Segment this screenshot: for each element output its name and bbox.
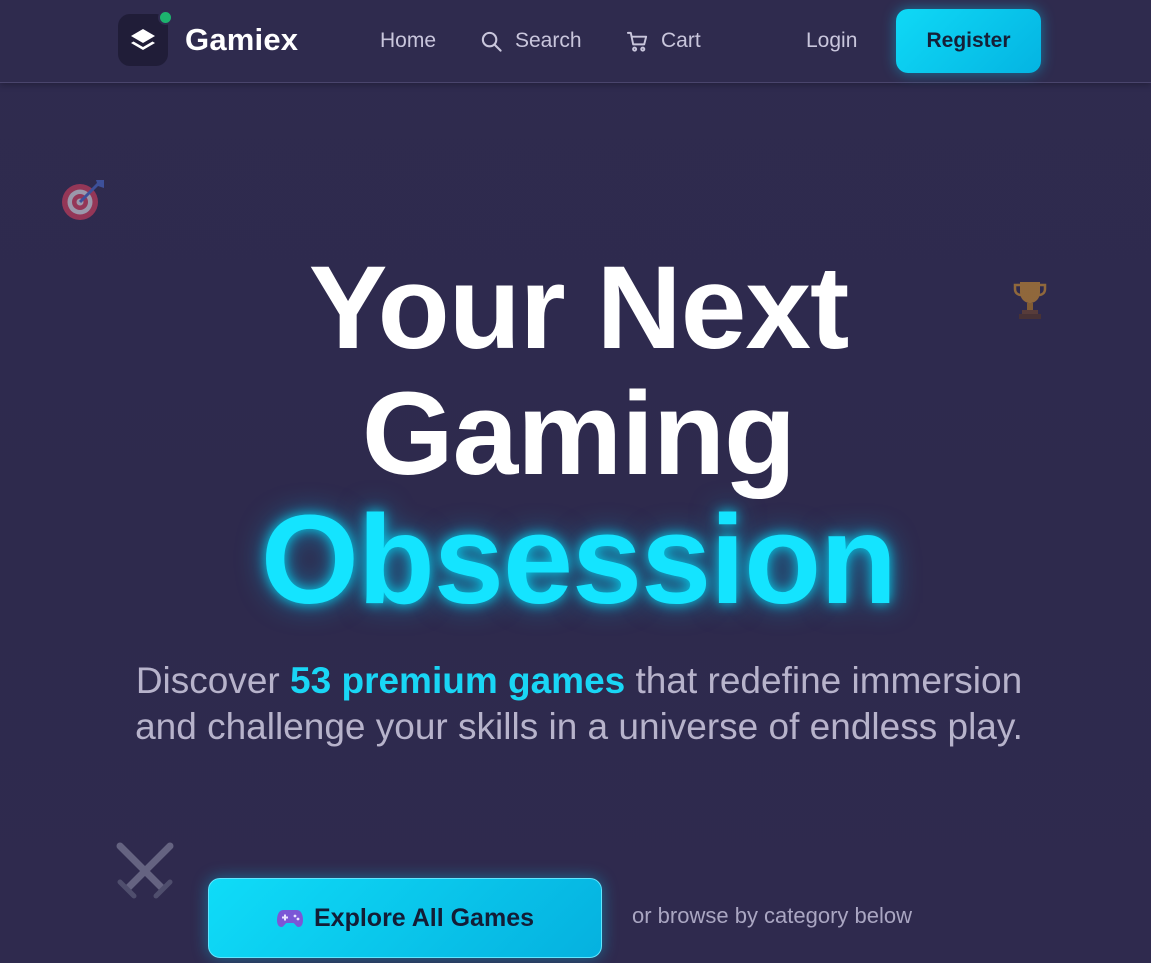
top-navbar: Gamiex Home Search Cart Login Register	[0, 0, 1151, 83]
nav-cart[interactable]: Cart	[626, 26, 701, 56]
login-label: Login	[806, 29, 858, 52]
browse-category-hint: or browse by category below	[632, 903, 913, 928]
login-link[interactable]: Login	[806, 26, 857, 56]
target-icon	[58, 176, 106, 229]
cart-icon	[626, 31, 648, 52]
register-button[interactable]: Register	[896, 9, 1041, 73]
crossed-swords-icon	[112, 838, 178, 909]
games-count-highlight: 53 premium games	[290, 660, 626, 701]
search-icon	[481, 31, 502, 52]
gamepad-icon	[276, 907, 304, 929]
nav-home[interactable]: Home	[380, 26, 436, 56]
hero-title-line-1: Your Next	[308, 242, 850, 374]
nav-home-label: Home	[380, 29, 437, 52]
hero-title-highlight: Obsession	[260, 489, 897, 630]
hero-subtitle: Discover 53 premium games that redefine …	[100, 658, 1058, 750]
explore-all-games-button[interactable]: Explore All Games	[208, 878, 602, 958]
nav-cart-label: Cart	[661, 29, 701, 52]
layers-icon	[118, 10, 173, 66]
brand-name: Gamiex	[185, 22, 299, 57]
hero-title-line-2: Gaming	[361, 368, 796, 500]
nav-search-label: Search	[515, 29, 582, 52]
online-status-dot	[158, 10, 173, 25]
nav-search[interactable]: Search	[480, 26, 582, 56]
explore-button-label: Explore All Games	[314, 903, 534, 932]
brand-logo-link[interactable]: Gamiex	[118, 10, 299, 66]
subtitle-prefix: Discover	[135, 660, 291, 701]
